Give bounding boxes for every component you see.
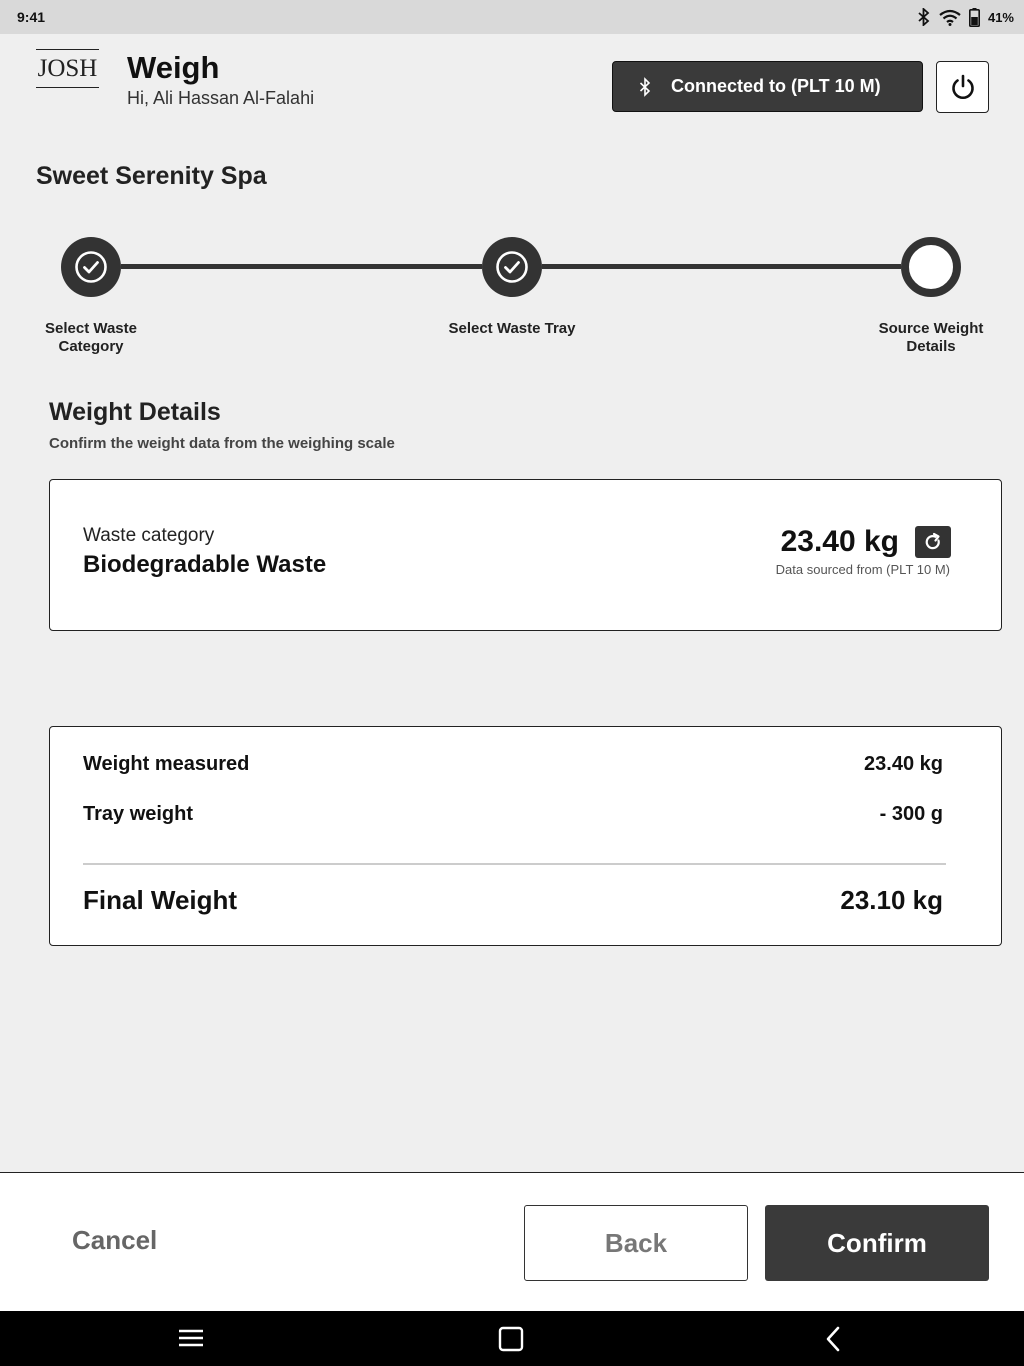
cancel-button[interactable]: Cancel bbox=[72, 1225, 157, 1256]
battery-icon bbox=[968, 7, 980, 27]
step-3-indicator bbox=[901, 237, 961, 297]
wifi-icon bbox=[939, 9, 961, 26]
divider bbox=[83, 863, 946, 865]
data-source-note: Data sourced from (PLT 10 M) bbox=[775, 562, 950, 577]
refresh-icon bbox=[925, 532, 940, 550]
venue-name: Sweet Serenity Spa bbox=[36, 162, 267, 190]
weight-summary-card: Weight measured 23.40 kg Tray weight - 3… bbox=[49, 726, 1002, 946]
waste-category-value: Biodegradable Waste bbox=[83, 551, 327, 578]
final-weight-label: Final Weight bbox=[83, 885, 238, 915]
weight-reading-card: Waste category Biodegradable Waste 23.40… bbox=[49, 479, 1002, 631]
confirm-button[interactable]: Confirm bbox=[765, 1205, 989, 1281]
user-greeting: Hi, Ali Hassan Al-Falahi bbox=[127, 88, 315, 108]
section-title: Weight Details bbox=[49, 398, 221, 426]
status-time: 9:41 bbox=[17, 9, 46, 25]
step-connector bbox=[121, 264, 482, 269]
final-weight-value: 23.10 kg bbox=[840, 885, 943, 915]
bluetooth-icon bbox=[918, 8, 930, 26]
scale-connection-button[interactable]: Connected to (PLT 10 M) bbox=[612, 61, 923, 112]
back-icon[interactable] bbox=[824, 1325, 842, 1353]
step-connector bbox=[542, 264, 901, 269]
check-circle-icon bbox=[75, 251, 107, 283]
tray-weight-value: - 300 g bbox=[879, 803, 943, 825]
josh-logo: JOSH bbox=[36, 49, 99, 88]
bluetooth-icon bbox=[639, 76, 651, 97]
status-icons: 41% bbox=[917, 7, 1014, 27]
system-nav-bar bbox=[0, 1311, 1024, 1366]
power-icon bbox=[951, 74, 974, 99]
back-button[interactable]: Back bbox=[524, 1205, 748, 1281]
step-2-label: Select Waste Tray bbox=[448, 320, 576, 337]
page-title: Weigh bbox=[127, 50, 220, 85]
connection-label: Connected to (PLT 10 M) bbox=[671, 76, 881, 96]
refresh-weight-button[interactable] bbox=[915, 526, 951, 558]
step-1-indicator bbox=[61, 237, 121, 297]
action-footer: Cancel Back Confirm bbox=[0, 1172, 1024, 1311]
step-3-label: Source Weight Details bbox=[878, 320, 984, 355]
step-2-indicator bbox=[482, 237, 542, 297]
step-1-label: Select Waste Category bbox=[45, 320, 137, 355]
tray-weight-label: Tray weight bbox=[83, 803, 194, 825]
power-button[interactable] bbox=[936, 61, 989, 113]
section-subtitle: Confirm the weight data from the weighin… bbox=[49, 435, 395, 452]
waste-category-label: Waste category bbox=[83, 525, 215, 546]
scale-weight-value: 23.40 kg bbox=[780, 525, 899, 558]
status-bar: 9:41 41% bbox=[0, 0, 1024, 34]
weight-measured-label: Weight measured bbox=[83, 753, 250, 775]
home-icon[interactable] bbox=[498, 1326, 524, 1352]
battery-percent: 41% bbox=[987, 9, 1014, 25]
weight-measured-value: 23.40 kg bbox=[864, 753, 943, 775]
check-circle-icon bbox=[496, 251, 528, 283]
menu-icon[interactable] bbox=[177, 1328, 205, 1348]
